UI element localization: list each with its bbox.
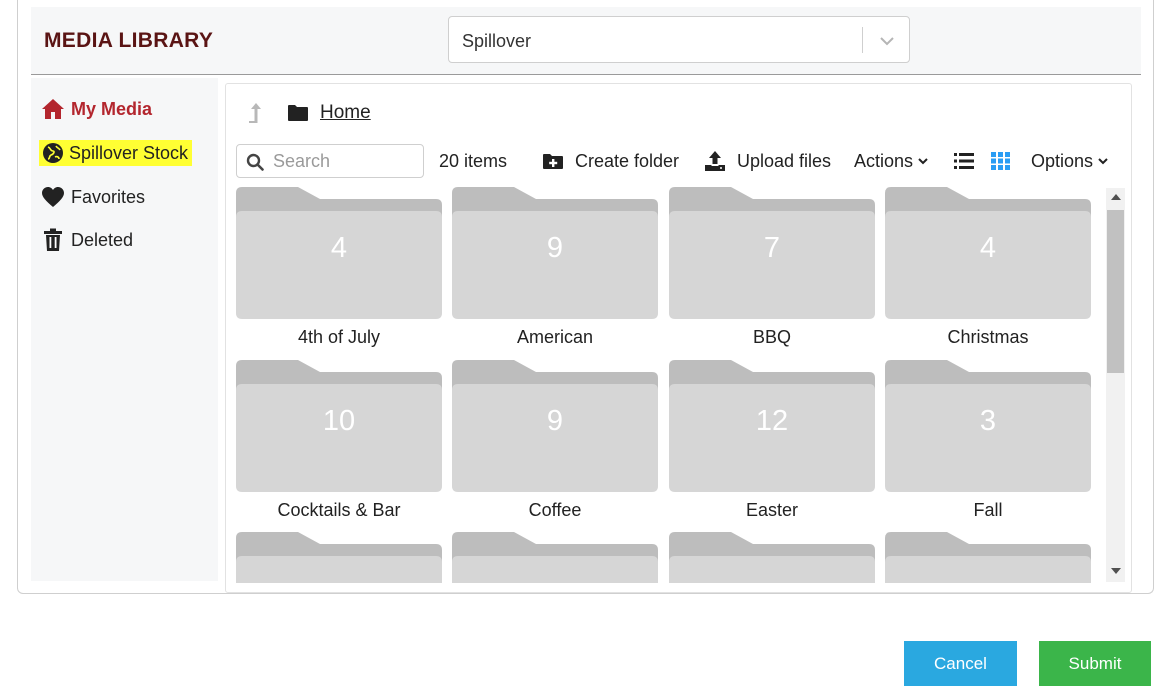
folder-name: Easter [745, 500, 799, 520]
folder-tile[interactable] [885, 532, 1091, 583]
media-library-modal: MEDIA LIBRARY Spillover My Media Spillov… [17, 0, 1154, 594]
folder-item-count: 9 [546, 232, 564, 264]
folder-name: Fall [973, 500, 1003, 520]
folder-item-count: 4 [979, 232, 997, 264]
grid-view-icon [991, 152, 1010, 170]
folder-item-count: 3 [979, 405, 997, 437]
select-divider [862, 27, 863, 53]
breadcrumb-home-link[interactable]: Home [320, 102, 371, 124]
upload-files-button[interactable]: Upload files [705, 148, 831, 174]
create-folder-label: Create folder [575, 150, 680, 171]
folder-tile[interactable]: 9 Coffee [452, 360, 658, 520]
breadcrumb: Home [246, 101, 371, 125]
library-select[interactable]: Spillover [448, 16, 910, 63]
folder-tile[interactable]: 12 Easter [669, 360, 875, 520]
sidebar-item-favorites[interactable]: Favorites [41, 184, 145, 210]
folder-tile[interactable] [236, 532, 442, 583]
upload-icon [705, 150, 725, 172]
sidebar: My Media Spillover Stock Favorites Delet… [31, 78, 218, 581]
item-count: 20 items [439, 151, 508, 171]
sidebar-item-deleted[interactable]: Deleted [41, 227, 133, 253]
folder-tile[interactable]: 4 Christmas [885, 187, 1091, 347]
upload-files-label: Upload files [737, 150, 832, 171]
modal-header: MEDIA LIBRARY Spillover [31, 7, 1141, 75]
home-icon [41, 97, 65, 121]
folder-item-count: 10 [322, 405, 356, 437]
search-input[interactable] [273, 149, 418, 173]
list-view-button[interactable] [954, 148, 974, 174]
search-box[interactable] [236, 144, 424, 178]
folder-icon [288, 105, 308, 121]
folder-grid: 4 4th of July 9 American 7 BBQ 4 Christmas 10 Coc… [236, 187, 1104, 583]
heart-icon [41, 185, 65, 209]
grid-view-button[interactable] [991, 148, 1010, 174]
globe-icon [41, 141, 65, 165]
sidebar-item-label: Favorites [71, 186, 146, 207]
actions-label: Actions [854, 150, 914, 171]
cancel-button[interactable]: Cancel [904, 641, 1017, 686]
folder-name: BBQ [752, 327, 791, 347]
chevron-down-icon [918, 158, 928, 165]
folder-icon [885, 532, 1091, 583]
folder-item-count: 4 [330, 232, 348, 264]
scroll-up-arrow[interactable] [1111, 194, 1121, 200]
folder-item-count: 7 [763, 232, 781, 264]
scroll-down-arrow[interactable] [1111, 568, 1121, 574]
scroll-thumb[interactable] [1107, 210, 1124, 373]
folder-name: Cocktails & Bar [277, 500, 401, 520]
folder-name: American [516, 327, 594, 347]
folder-item-count: 12 [755, 405, 789, 437]
folder-tile[interactable]: 7 BBQ [669, 187, 875, 347]
folder-icon [236, 532, 442, 583]
submit-button[interactable]: Submit [1039, 641, 1151, 686]
library-select-value: Spillover [462, 31, 532, 51]
folder-tile[interactable]: 9 American [452, 187, 658, 347]
folder-item-count: 9 [546, 405, 564, 437]
page-title: MEDIA LIBRARY [44, 29, 214, 52]
folder-plus-icon [543, 153, 563, 170]
chevron-down-icon [1098, 158, 1108, 165]
chevron-down-icon[interactable] [877, 31, 897, 51]
sidebar-item-label: My Media [71, 98, 153, 119]
folder-tile[interactable] [452, 532, 658, 583]
search-icon [246, 153, 264, 171]
options-label: Options [1031, 150, 1094, 171]
create-folder-button[interactable]: Create folder [543, 148, 679, 174]
actions-dropdown[interactable]: Actions [854, 148, 929, 174]
file-browser: Home 20 items Create folder Upload files… [225, 83, 1132, 593]
folder-tile[interactable]: 10 Cocktails & Bar [236, 360, 442, 520]
sidebar-item-label: Deleted [71, 229, 134, 250]
folder-icon [669, 532, 875, 583]
folder-tile[interactable]: 4 4th of July [236, 187, 442, 347]
folder-icon [452, 532, 658, 583]
folder-tile[interactable]: 3 Fall [885, 360, 1091, 520]
sidebar-item-spillover-stock[interactable]: Spillover Stock [39, 140, 193, 166]
folder-name: 4th of July [297, 327, 381, 347]
folder-name: Christmas [947, 327, 1029, 347]
options-dropdown[interactable]: Options [1031, 148, 1109, 174]
folder-tile[interactable] [669, 532, 875, 583]
list-view-icon [954, 153, 974, 169]
sidebar-item-my-media[interactable]: My Media [41, 96, 152, 122]
trash-icon [41, 228, 65, 252]
sidebar-item-label: Spillover Stock [69, 142, 189, 163]
folder-name: Coffee [528, 500, 582, 520]
scrollbar[interactable] [1106, 188, 1125, 582]
up-arrow-icon[interactable] [246, 101, 266, 125]
